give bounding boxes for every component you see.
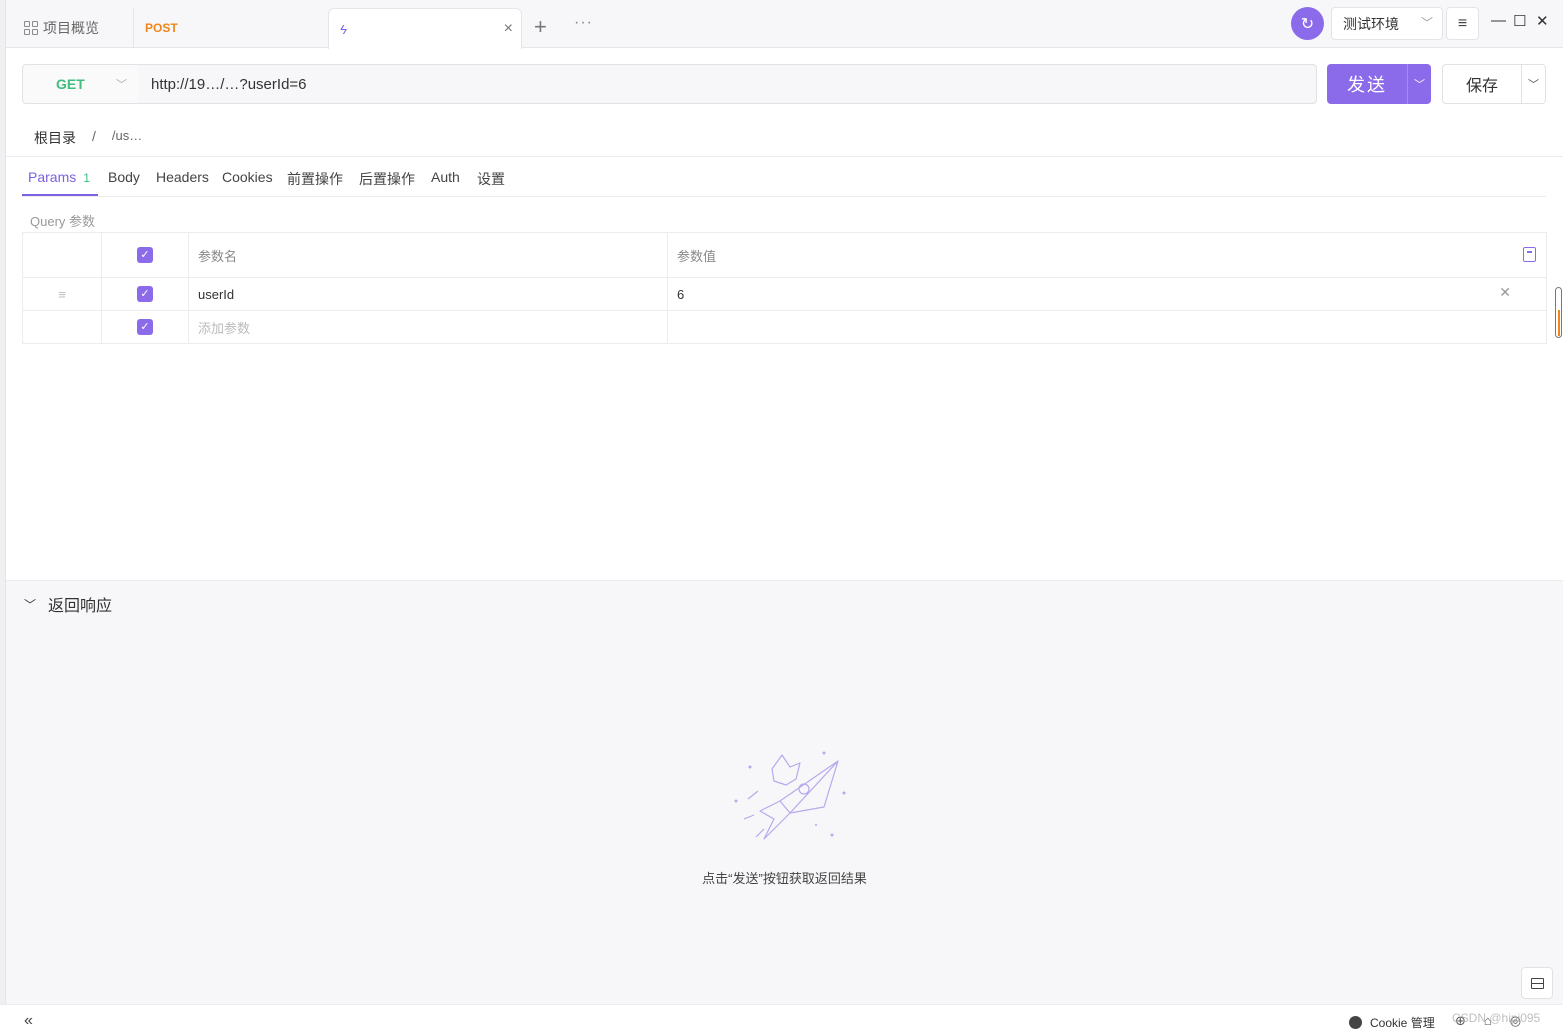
watermark: CSDN @hipi095 bbox=[1452, 1011, 1541, 1025]
add-param-placeholder: 添加参数 bbox=[198, 320, 251, 336]
response-title: 返回响应 bbox=[48, 598, 113, 615]
save-options-button[interactable]: ﹀ bbox=[1521, 64, 1546, 104]
send-button[interactable]: 发送 bbox=[1327, 64, 1407, 104]
breadcrumb-separator: / bbox=[92, 128, 96, 144]
divider bbox=[6, 156, 1563, 157]
send-options-button[interactable]: ﹀ bbox=[1407, 64, 1431, 104]
add-param-row: ✓ 添加参数 bbox=[23, 311, 1546, 343]
chevron-down-icon: ﹀ bbox=[1420, 16, 1433, 30]
save-label: 保存 bbox=[1465, 78, 1498, 95]
params-count-badge: 1 bbox=[83, 171, 90, 185]
layout-icon bbox=[1530, 977, 1544, 989]
table-header-row: ✓ 参数名 参数值 bbox=[23, 233, 1546, 278]
environment-label: 测试环境 bbox=[1343, 15, 1399, 32]
method-select[interactable]: GET ﹀ bbox=[22, 64, 139, 104]
rocket-fox-illustration bbox=[734, 751, 846, 840]
column-header-name: 参数名 bbox=[189, 233, 668, 277]
tab-cookies[interactable]: Cookies bbox=[222, 169, 273, 185]
chevron-down-icon: ﹀ bbox=[1414, 79, 1425, 91]
tab-params-label: Params bbox=[28, 169, 77, 185]
column-header-value-label: 参数值 bbox=[677, 248, 717, 264]
row-checkbox[interactable]: ✓ bbox=[137, 286, 153, 302]
grid-icon bbox=[24, 21, 38, 35]
close-tab-icon[interactable]: × bbox=[504, 20, 513, 38]
query-section-label: Query 参数 bbox=[30, 214, 96, 229]
tab-post-operations[interactable]: 后置操作 bbox=[359, 169, 415, 189]
params-table: ✓ 参数名 参数值 ≡ ✓ userId 6 ✕ ✓ 添加参数 bbox=[22, 232, 1547, 344]
tab-params[interactable]: Params 1 bbox=[28, 169, 90, 185]
layout-toggle-button[interactable] bbox=[1521, 967, 1553, 999]
breadcrumb-path: /us… bbox=[111, 128, 143, 143]
chevron-down-icon: ﹀ bbox=[24, 597, 37, 612]
select-all-checkbox[interactable]: ✓ bbox=[137, 247, 153, 263]
save-button[interactable]: 保存 bbox=[1442, 64, 1522, 104]
active-tab-indicator bbox=[22, 194, 98, 196]
bolt-icon: ϟ bbox=[340, 21, 347, 37]
tab-active-request[interactable]: ϟ × bbox=[328, 8, 522, 49]
param-value-value: 6 bbox=[677, 286, 685, 302]
chevron-down-icon: ﹀ bbox=[1528, 79, 1539, 91]
send-label: 发送 bbox=[1347, 75, 1387, 95]
drag-cell-empty bbox=[23, 311, 102, 343]
status-bar: « Cookie 管理 ⊕ ⌂ ◎ CSDN @hipi095 bbox=[0, 1004, 1563, 1036]
menu-button[interactable]: ≡ bbox=[1446, 7, 1479, 40]
tab-pre-operations[interactable]: 前置操作 bbox=[287, 169, 343, 189]
url-value: http://19…/…?userId=6 bbox=[151, 75, 307, 93]
param-name-value: userId bbox=[198, 286, 235, 302]
table-row: ≡ ✓ userId 6 ✕ bbox=[23, 278, 1546, 311]
scrollbar-thumb[interactable] bbox=[1555, 287, 1562, 338]
tab-headers[interactable]: Headers bbox=[156, 169, 209, 185]
tab-body[interactable]: Body bbox=[108, 169, 140, 185]
chevron-down-icon: ﹀ bbox=[116, 79, 127, 91]
menu-icon: ≡ bbox=[1457, 14, 1468, 32]
add-row-check-cell: ✓ bbox=[102, 311, 189, 343]
tab-overview-label: 项目概览 bbox=[43, 20, 99, 36]
response-panel: ﹀ 返回响应 点击“发送”按钮获取返回结果 bbox=[6, 580, 1563, 1004]
select-all-cell: ✓ bbox=[102, 233, 189, 277]
drag-header-cell bbox=[23, 233, 102, 277]
sync-icon: ↻ bbox=[1300, 15, 1315, 33]
param-value-input[interactable]: 6 ✕ bbox=[668, 278, 1546, 310]
cookie-manager-label: Cookie 管理 bbox=[1370, 1016, 1435, 1030]
maximize-icon[interactable]: ☐ bbox=[1513, 12, 1526, 30]
tab-settings[interactable]: 设置 bbox=[477, 169, 505, 189]
row-check-cell: ✓ bbox=[102, 278, 189, 310]
cookie-icon bbox=[1349, 1016, 1362, 1029]
add-param-value-input[interactable] bbox=[668, 311, 1546, 343]
bulk-edit-icon[interactable] bbox=[1523, 247, 1536, 262]
method-label: GET bbox=[56, 76, 85, 92]
request-tabs: Params 1 Body Headers Cookies 前置操作 后置操作 A… bbox=[22, 160, 1546, 197]
tab-bar: 项目概览 POST ϟ × + ··· ↻ 测试环境 ﹀ ≡ — ☐ ✕ bbox=[6, 0, 1563, 49]
tab-post-request[interactable]: POST bbox=[133, 8, 328, 48]
remove-row-icon[interactable]: ✕ bbox=[1499, 284, 1511, 301]
breadcrumb: 根目录 / /us… bbox=[34, 128, 142, 148]
response-empty-text: 点击“发送”按钮获取返回结果 bbox=[702, 871, 867, 886]
minimize-icon[interactable]: — bbox=[1491, 12, 1506, 29]
breadcrumb-root[interactable]: 根目录 bbox=[34, 128, 76, 148]
url-input[interactable]: http://19…/…?userId=6 bbox=[138, 64, 1317, 104]
tab-project-overview[interactable]: 项目概览 bbox=[24, 8, 136, 48]
sync-button[interactable]: ↻ bbox=[1291, 7, 1324, 40]
param-name-input[interactable]: userId bbox=[189, 278, 668, 310]
drag-handle-icon[interactable]: ≡ bbox=[23, 278, 102, 310]
add-row-checkbox[interactable]: ✓ bbox=[137, 319, 153, 335]
column-header-value: 参数值 bbox=[668, 233, 1546, 277]
cookie-manager-button[interactable]: Cookie 管理 bbox=[1349, 1014, 1435, 1031]
new-tab-icon[interactable]: + bbox=[534, 14, 547, 40]
environment-select[interactable]: 测试环境 ﹀ bbox=[1331, 7, 1443, 40]
tab-post-method: POST bbox=[145, 21, 178, 35]
close-window-icon[interactable]: ✕ bbox=[1536, 12, 1549, 30]
add-param-name-input[interactable]: 添加参数 bbox=[189, 311, 668, 343]
more-tabs-icon[interactable]: ··· bbox=[574, 14, 593, 32]
tab-auth[interactable]: Auth bbox=[431, 169, 460, 185]
response-header[interactable]: ﹀ 返回响应 bbox=[24, 592, 112, 616]
collapse-sidebar-icon[interactable]: « bbox=[24, 1012, 33, 1030]
